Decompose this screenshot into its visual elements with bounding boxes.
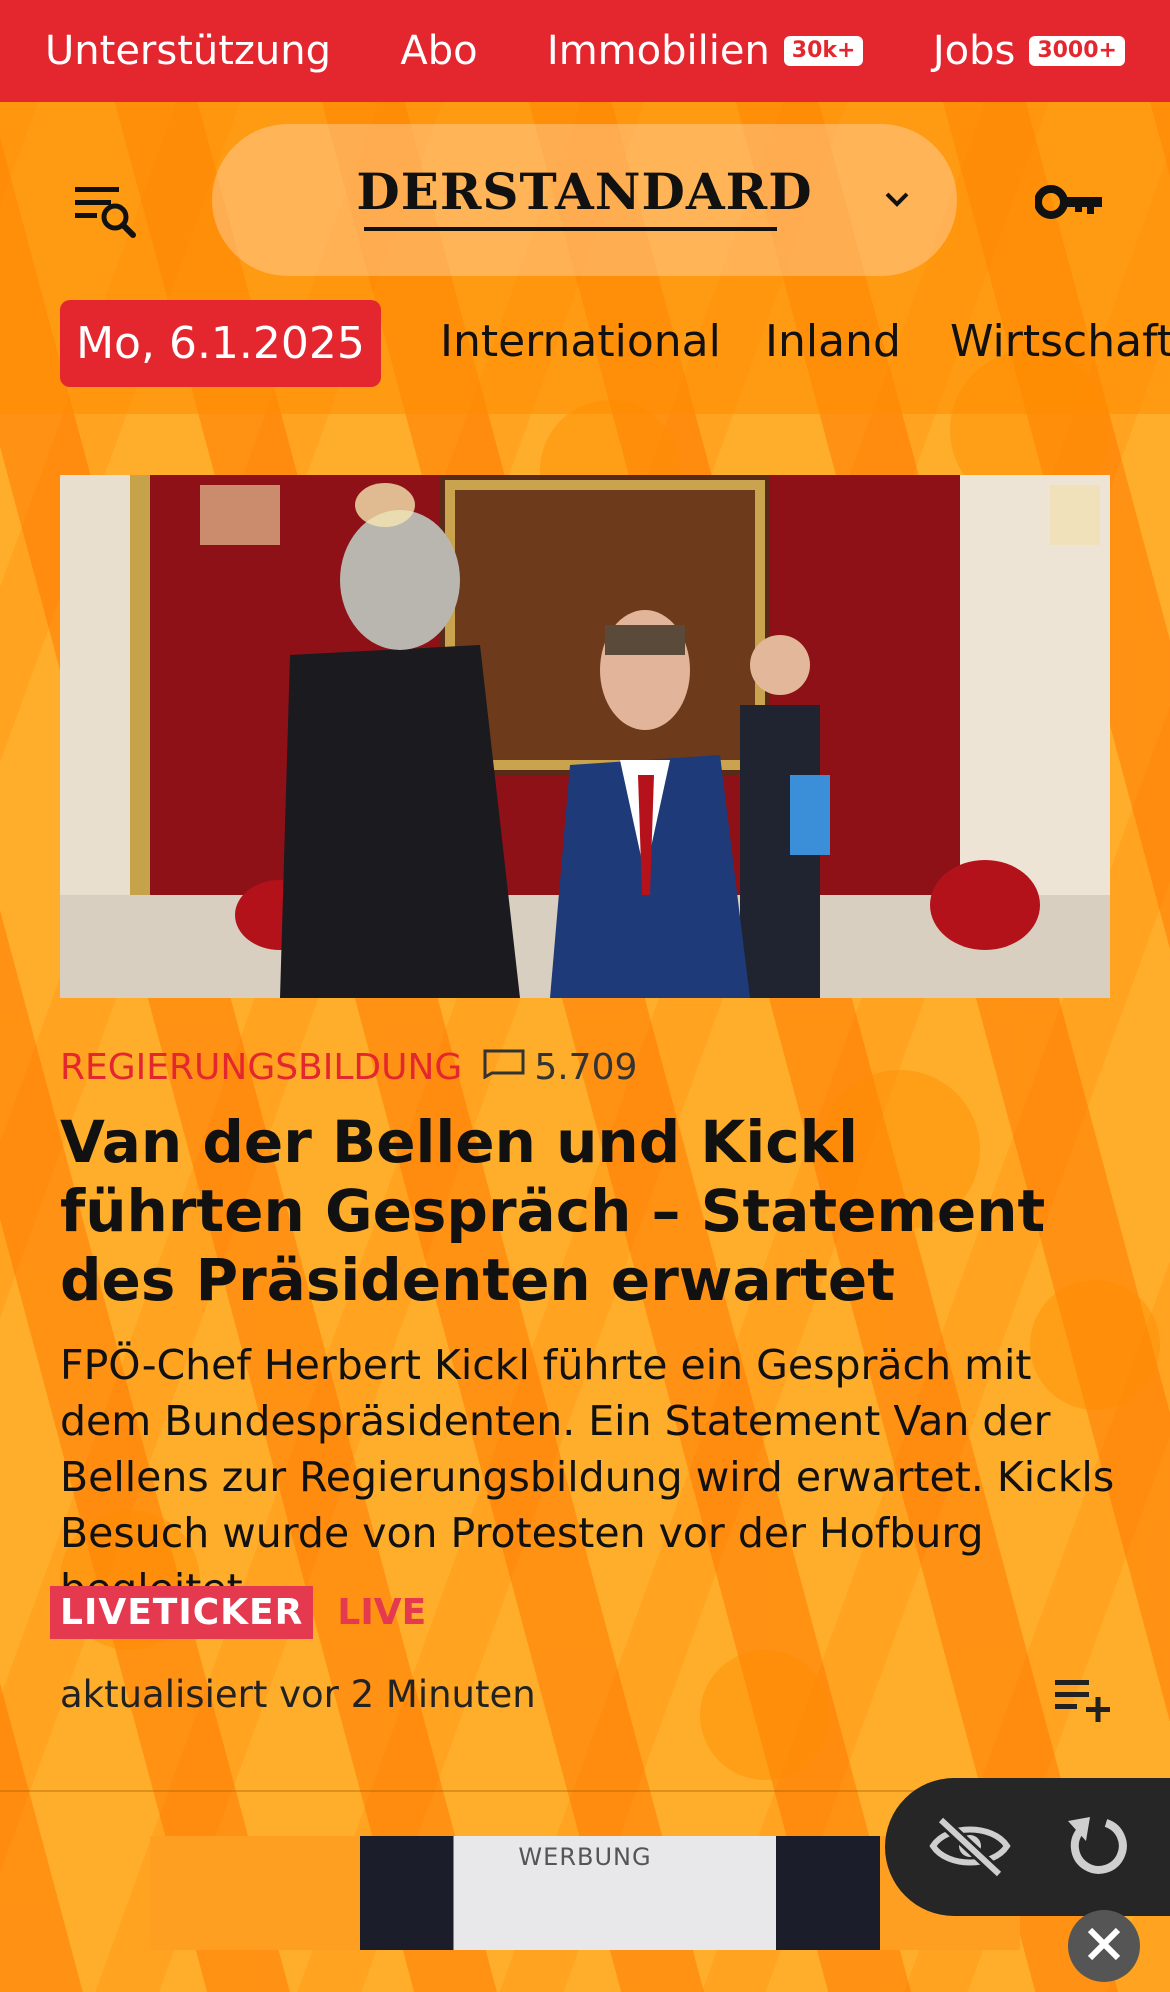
nav-link-wirtschaft[interactable]: Wirtschaft [950, 316, 1170, 367]
login-button[interactable] [1030, 174, 1110, 234]
article-teaser[interactable]: FPÖ-Chef Herbert Kickl führte ein Gesprä… [60, 1337, 1120, 1617]
close-ad-button[interactable] [1068, 1910, 1140, 1982]
article-kicker[interactable]: REGIERUNGSBILDUNG [60, 1047, 462, 1088]
nav-link-inland[interactable]: Inland [765, 316, 901, 367]
site-header: DERSTANDARD Mo, 6.1.2025 International I… [0, 102, 1170, 414]
live-indicator: LIVETICKER LIVE [50, 1583, 426, 1641]
menu-search-icon [73, 181, 137, 243]
playlist-add-icon [1053, 1676, 1113, 1728]
article-image[interactable] [60, 475, 1110, 998]
topbar-item-label: Abo [400, 28, 478, 74]
topbar-item-abo[interactable]: Abo [400, 28, 477, 74]
topbar-item-label: Jobs [932, 28, 1016, 74]
section-nav: Mo, 6.1.2025 International Inland Wirtsc… [0, 300, 1170, 390]
liveticker-badge: LIVETICKER [50, 1585, 314, 1639]
key-icon [1034, 182, 1105, 226]
edition-dropdown[interactable] [872, 176, 922, 226]
reload-ad-button[interactable] [1057, 1808, 1137, 1888]
nav-link-international[interactable]: International [440, 316, 721, 367]
count-badge: 30k+ [783, 36, 864, 66]
topbar-item-label: Unterstützung [45, 28, 332, 74]
comment-count-value: 5.709 [534, 1046, 638, 1088]
topbar-item-jobs[interactable]: Jobs 3000+ [933, 28, 1125, 74]
count-badge: 3000+ [1029, 36, 1125, 66]
logo-area[interactable]: DERSTANDARD [212, 124, 957, 276]
chevron-down-icon [883, 190, 911, 212]
comment-count[interactable]: 5.709 [482, 1047, 637, 1088]
updated-timestamp: aktualisiert vor 2 Minuten [60, 1673, 536, 1716]
service-bar: Unterstützung Abo Immobilien 30k+ Jobs 3… [0, 0, 1170, 102]
article-meta: REGIERUNGSBILDUNG 5.709 [60, 1042, 637, 1092]
article-headline[interactable]: Van der Bellen und Kickl führten Gespräc… [60, 1108, 1110, 1315]
page: Unterstützung Abo Immobilien 30k+ Jobs 3… [0, 0, 1170, 1992]
floating-ad-controls [885, 1778, 1170, 1916]
logo-underline [364, 227, 777, 231]
site-logo: DERSTANDARD [356, 162, 813, 221]
add-to-reading-list-button[interactable] [1048, 1672, 1118, 1732]
close-icon [1086, 1926, 1122, 1966]
topbar-item-real-estate[interactable]: Immobilien 30k+ [547, 28, 864, 74]
menu-search-button[interactable] [70, 177, 140, 247]
topbar-item-label: Immobilien [546, 28, 770, 74]
eye-off-icon [929, 1814, 1011, 1882]
topbar-item-support[interactable]: Unterstützung [45, 28, 331, 74]
comment-icon [482, 1047, 526, 1088]
live-label: LIVE [337, 1591, 427, 1633]
hide-ad-button[interactable] [929, 1808, 1011, 1888]
date-chip[interactable]: Mo, 6.1.2025 [60, 300, 381, 387]
reload-icon [1062, 1811, 1132, 1885]
